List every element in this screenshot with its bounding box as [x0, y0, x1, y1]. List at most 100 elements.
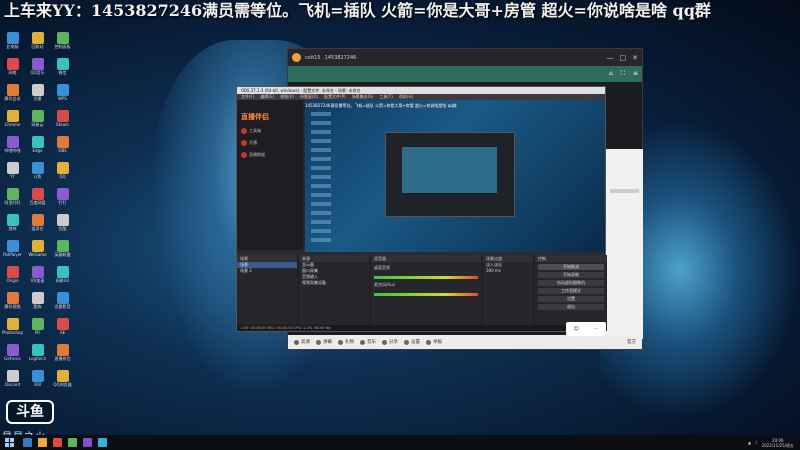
desktop-icon[interactable]: 斗鱼	[25, 160, 50, 186]
player-titlebar[interactable]: coit15 1453827246 — □ ✕	[288, 49, 642, 66]
obs-preview[interactable]: 1453827246满员需等位。飞机=插队 火箭=你是大哥+房管 超火=你说啥是…	[305, 100, 605, 252]
player-bottom-item-label: 设置	[411, 340, 420, 345]
control-button[interactable]: 开始录制	[538, 272, 604, 278]
player-bottom-item[interactable]: 音乐	[360, 339, 376, 345]
side-divider	[610, 189, 639, 193]
control-button[interactable]: 退出	[538, 304, 604, 310]
desktop-icon[interactable]: WPS	[50, 82, 75, 108]
desktop-icon[interactable]: 阿里旺旺	[0, 186, 25, 212]
desktop-icon[interactable]: 微信	[50, 56, 75, 82]
desktop-icon[interactable]: GeForce	[0, 342, 25, 368]
control-button[interactable]: 开始推流	[538, 264, 604, 270]
desktop-icon-label: 英雄联盟	[54, 252, 71, 257]
desktop-icon[interactable]: 迅雷	[25, 82, 50, 108]
player-bottom-item[interactable]: 礼物	[338, 339, 354, 345]
desktop-icon[interactable]: 剪映	[0, 212, 25, 238]
player-bottom-item[interactable]: 举报	[426, 339, 442, 345]
volume-icon[interactable]: ♪	[755, 440, 758, 445]
control-button[interactable]: 工作室模式	[538, 288, 604, 294]
file-explorer-icon[interactable]	[38, 438, 47, 447]
transition-item[interactable]: 300 ms	[483, 268, 533, 274]
desktop-icon[interactable]: 回收站	[25, 30, 50, 56]
desktop-icon[interactable]: 腾讯视频	[0, 290, 25, 316]
desktop-icon[interactable]: 英雄联盟	[50, 238, 75, 264]
desktop-icon[interactable]: 哔哩哔哩	[0, 134, 25, 160]
obs-taskbar-icon[interactable]	[83, 438, 92, 447]
desktop-icon[interactable]: PR	[25, 316, 50, 342]
desktop-icon-label: 钉钉	[58, 200, 67, 205]
menu-icon[interactable]: ≡	[633, 70, 638, 78]
control-button[interactable]: 启动虚拟摄像机	[538, 280, 604, 286]
desktop-icon[interactable]: Origin	[0, 264, 25, 290]
minimize-button[interactable]: —	[607, 54, 614, 62]
desktop-icon[interactable]: Discord	[0, 368, 25, 394]
desktop-icon[interactable]: 网络	[0, 56, 25, 82]
close-button[interactable]: ✕	[632, 54, 638, 62]
scene-item[interactable]: 场景 2	[237, 268, 297, 274]
desktop-icon[interactable]: 网易UU	[50, 264, 75, 290]
app-icon	[6, 110, 19, 122]
desktop-icon[interactable]: Logitech	[25, 342, 50, 368]
chat-icon[interactable]: ☺	[573, 326, 578, 332]
floating-chat-window[interactable]: ☺ ⋯	[566, 322, 606, 336]
desktop-icon[interactable]: QQ音乐	[25, 56, 50, 82]
clock[interactable]: 20:06 2022/11/25/周五	[762, 438, 794, 448]
maximize-button[interactable]: □	[620, 54, 627, 62]
network-icon[interactable]: ▲	[748, 440, 751, 445]
desktop-icon[interactable]: QQ浏览器	[50, 368, 75, 394]
desktop-icon[interactable]: PotPlayer	[0, 238, 25, 264]
desktop-icon-label: WeGame	[28, 252, 47, 257]
source-item[interactable]: 视频采集设备	[299, 280, 369, 286]
audio-meter	[374, 293, 478, 296]
desktop-icon[interactable]: 直播伴侣	[50, 342, 75, 368]
desktop-icon[interactable]: UU加速	[25, 264, 50, 290]
player-side-panel	[606, 149, 643, 339]
desktop-icon[interactable]: 爱奇艺	[25, 212, 50, 238]
desktop-icon[interactable]: Photoshop	[0, 316, 25, 342]
official-label[interactable]: 官方	[627, 339, 636, 345]
more-icon[interactable]: ⋯	[594, 326, 599, 332]
room-id: 1453827246	[324, 54, 357, 61]
desktop-icon[interactable]: 百度网盘	[25, 186, 50, 212]
desktop-icon[interactable]: QQ	[50, 160, 75, 186]
player-bottom-item[interactable]: 高清	[294, 339, 310, 345]
app-icon	[31, 162, 44, 174]
desktop-icon-label: GeForce	[4, 356, 21, 361]
app-icon	[31, 266, 44, 278]
desktop-icon[interactable]: Steam	[50, 108, 75, 134]
desktop-icon[interactable]: YY	[0, 160, 25, 186]
player-bottom-item[interactable]: 弹幕	[316, 339, 332, 345]
search-icon[interactable]	[23, 438, 32, 447]
desktop-icon[interactable]: 控制面板	[50, 30, 75, 56]
side-menu-item[interactable]: 开播	[241, 140, 299, 146]
desktop-icon[interactable]: 360	[25, 368, 50, 394]
obs-window[interactable]: OBS 27.1.3 (64-bit, windows) - 配置文件: 未命名…	[236, 86, 607, 332]
desktop-icon[interactable]: 此电脑	[0, 30, 25, 56]
qq-icon[interactable]	[98, 438, 107, 447]
app-icon	[31, 188, 44, 200]
clock-date: 2022/11/25/周五	[761, 442, 794, 448]
desktop-icon[interactable]: WeGame	[25, 238, 50, 264]
browser-icon[interactable]	[53, 438, 62, 447]
player-bottom-item[interactable]: 分享	[382, 339, 398, 345]
control-button[interactable]: 设置	[538, 296, 604, 302]
desktop-icon[interactable]: 优酷	[50, 212, 75, 238]
start-button[interactable]	[5, 438, 14, 447]
desktop-icon[interactable]: 迅雷影音	[50, 290, 75, 316]
desktop-icon[interactable]: 腾讯会议	[0, 82, 25, 108]
player-bottom-item[interactable]: 设置	[404, 339, 420, 345]
desktop-icon[interactable]: 酷狗	[25, 290, 50, 316]
fullscreen-icon[interactable]: ⛶	[621, 70, 625, 78]
app-icon	[31, 292, 44, 304]
desktop-icon[interactable]: AE	[50, 316, 75, 342]
side-menu-item[interactable]: 工具箱	[241, 128, 299, 134]
side-menu-item[interactable]: 直播数据	[241, 152, 299, 158]
desktop-icon[interactable]: OBS	[50, 134, 75, 160]
desktop-icon[interactable]: 网易云	[25, 108, 50, 134]
desktop-icon[interactable]: Edge	[25, 134, 50, 160]
desktop-icon-label: 爱奇艺	[31, 226, 44, 231]
wechat-icon[interactable]	[68, 438, 77, 447]
desktop-icon[interactable]: 钉钉	[50, 186, 75, 212]
desktop-icon[interactable]: Chrome	[0, 108, 25, 134]
home-icon[interactable]: ⌂	[609, 70, 613, 78]
